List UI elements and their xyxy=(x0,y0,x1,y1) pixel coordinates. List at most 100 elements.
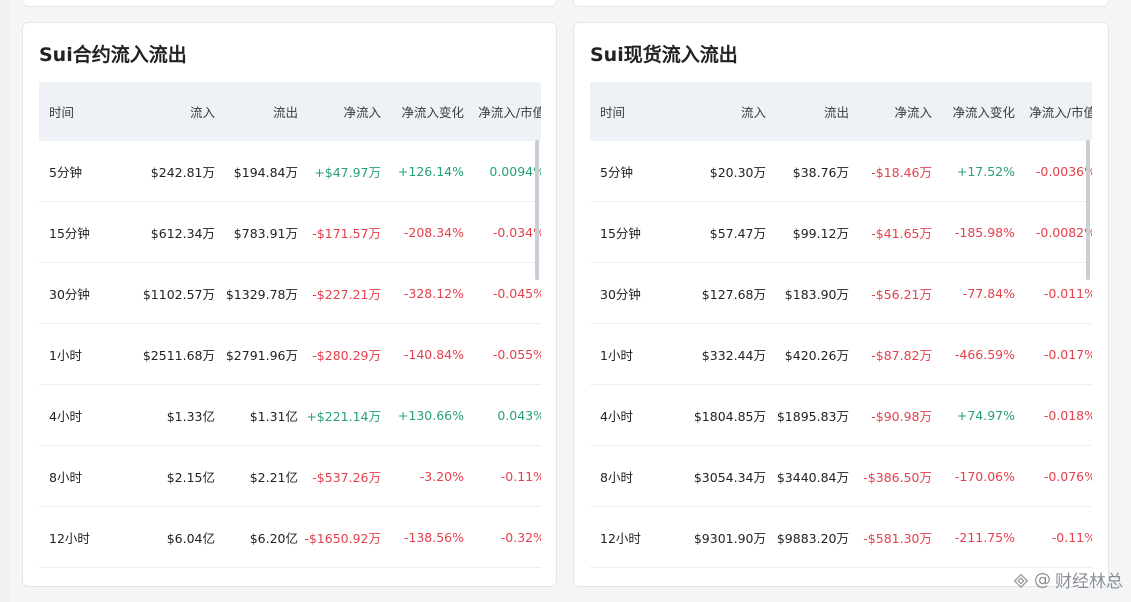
flow-table-container[interactable]: 时间 流入 流出 净流入 净流入变化 净流入/市值 5分钟 $242.81万 $19… xyxy=(39,82,541,586)
row-change: -328.12% xyxy=(381,262,464,324)
row-net: -$386.50万 xyxy=(849,445,932,507)
row-inflow: $3054.34万 xyxy=(670,445,766,507)
row-outflow: $1329.78万 xyxy=(215,262,298,324)
row-net: -$87.82万 xyxy=(849,323,932,385)
row-ratio: -0.034% xyxy=(464,201,541,263)
watermark-text: 财经林总 xyxy=(1055,572,1123,592)
row-change: -140.84% xyxy=(381,323,464,385)
row-net: -$41.65万 xyxy=(849,201,932,263)
table-row[interactable]: 12小时 $9301.90万 $9883.20万 -$581.30万 -211.75% -… xyxy=(590,506,1092,568)
table-row[interactable]: 1小时 $2511.68万 $2791.96万 -$280.29万 -140.84% -0… xyxy=(39,323,541,385)
row-net: -$581.30万 xyxy=(849,506,932,568)
col-header-time[interactable]: 时间 xyxy=(590,82,670,141)
table-row[interactable]: 8小时 $3054.34万 $3440.84万 -$386.50万 -170.06% -0… xyxy=(590,445,1092,507)
table-body: 5分钟 $242.81万 $194.84万 +$47.97万 +126.14% 0.009… xyxy=(39,141,541,568)
col-header-inflow[interactable]: 流入 xyxy=(119,82,215,141)
row-outflow: $9883.20万 xyxy=(766,506,849,568)
row-change: +74.97% xyxy=(932,384,1015,446)
col-header-ratio[interactable]: 净流入/市值 xyxy=(1015,82,1092,141)
row-inflow: $6.04亿 xyxy=(119,506,215,568)
row-outflow: $99.12万 xyxy=(766,201,849,263)
row-inflow: $9301.90万 xyxy=(670,506,766,568)
row-time: 30分钟 xyxy=(590,262,670,324)
row-net: +$47.97万 xyxy=(298,141,381,202)
col-header-change[interactable]: 净流入变化 xyxy=(932,82,1015,141)
table-row[interactable]: 4小时 $1804.85万 $1895.83万 -$90.98万 +74.97% -0.0… xyxy=(590,384,1092,446)
row-time: 15分钟 xyxy=(39,201,119,263)
row-outflow: $783.91万 xyxy=(215,201,298,263)
flow-table: 时间 流入 流出 净流入 净流入变化 净流入/市值 5分钟 $242.81万 $19… xyxy=(39,82,541,568)
row-ratio: -0.011% xyxy=(1015,262,1092,324)
row-time: 30分钟 xyxy=(39,262,119,324)
table-row[interactable]: 30分钟 $1102.57万 $1329.78万 -$227.21万 -328.12% -… xyxy=(39,262,541,324)
row-ratio: -0.0036% xyxy=(1015,141,1092,202)
row-time: 4小时 xyxy=(590,384,670,446)
table-row[interactable]: 1小时 $332.44万 $420.26万 -$87.82万 -466.59% -0.01… xyxy=(590,323,1092,385)
table-scrollbar[interactable] xyxy=(535,140,539,280)
col-header-net[interactable]: 净流入 xyxy=(849,82,932,141)
row-net: +$221.14万 xyxy=(298,384,381,446)
row-ratio: -0.055% xyxy=(464,323,541,385)
row-outflow: $6.20亿 xyxy=(215,506,298,568)
table-row[interactable]: 15分钟 $57.47万 $99.12万 -$41.65万 -185.98% -0.008… xyxy=(590,201,1092,263)
row-net: -$90.98万 xyxy=(849,384,932,446)
row-time: 5分钟 xyxy=(39,141,119,202)
row-inflow: $2.15亿 xyxy=(119,445,215,507)
row-net: -$1650.92万 xyxy=(298,506,381,568)
row-outflow: $183.90万 xyxy=(766,262,849,324)
col-header-inflow[interactable]: 流入 xyxy=(670,82,766,141)
col-header-outflow[interactable]: 流出 xyxy=(215,82,298,141)
row-time: 8小时 xyxy=(590,445,670,507)
row-inflow: $20.30万 xyxy=(670,141,766,202)
table-header-row: 时间 流入 流出 净流入 净流入变化 净流入/市值 xyxy=(590,82,1092,141)
row-change: -211.75% xyxy=(932,506,1015,568)
col-header-outflow[interactable]: 流出 xyxy=(766,82,849,141)
table-row[interactable]: 30分钟 $127.68万 $183.90万 -$56.21万 -77.84% -0.01… xyxy=(590,262,1092,324)
table-row[interactable]: 15分钟 $612.34万 $783.91万 -$171.57万 -208.34% -0.… xyxy=(39,201,541,263)
row-ratio: -0.045% xyxy=(464,262,541,324)
table-scrollbar[interactable] xyxy=(1086,140,1090,280)
row-outflow: $194.84万 xyxy=(215,141,298,202)
flow-table-container[interactable]: 时间 流入 流出 净流入 净流入变化 净流入/市值 5分钟 $20.30万 $38.… xyxy=(590,82,1092,586)
weibo-icon xyxy=(1013,573,1029,588)
row-outflow: $2.21亿 xyxy=(215,445,298,507)
row-net: -$280.29万 xyxy=(298,323,381,385)
row-change: -185.98% xyxy=(932,201,1015,263)
table-row[interactable]: 5分钟 $242.81万 $194.84万 +$47.97万 +126.14% 0.009… xyxy=(39,141,541,202)
row-change: +126.14% xyxy=(381,141,464,202)
table-row[interactable]: 4小时 $1.33亿 $1.31亿 +$221.14万 +130.66% 0.043% xyxy=(39,384,541,446)
row-outflow: $1895.83万 xyxy=(766,384,849,446)
panel-title: Sui合约流入流出 xyxy=(39,44,187,66)
row-ratio: -0.076% xyxy=(1015,445,1092,507)
top-card-left xyxy=(22,0,557,7)
row-ratio: 0.0094% xyxy=(464,141,541,202)
col-header-change[interactable]: 净流入变化 xyxy=(381,82,464,141)
row-inflow: $612.34万 xyxy=(119,201,215,263)
row-time: 12小时 xyxy=(39,506,119,568)
row-change: -170.06% xyxy=(932,445,1015,507)
table-row[interactable]: 8小时 $2.15亿 $2.21亿 -$537.26万 -3.20% -0.11% xyxy=(39,445,541,507)
col-header-time[interactable]: 时间 xyxy=(39,82,119,141)
row-change: -208.34% xyxy=(381,201,464,263)
row-change: -466.59% xyxy=(932,323,1015,385)
row-outflow: $1.31亿 xyxy=(215,384,298,446)
row-change: -77.84% xyxy=(932,262,1015,324)
table-row[interactable]: 12小时 $6.04亿 $6.20亿 -$1650.92万 -138.56% -0.32% xyxy=(39,506,541,568)
row-inflow: $127.68万 xyxy=(670,262,766,324)
col-header-net[interactable]: 净流入 xyxy=(298,82,381,141)
flow-table: 时间 流入 流出 净流入 净流入变化 净流入/市值 5分钟 $20.30万 $38.… xyxy=(590,82,1092,568)
row-time: 5分钟 xyxy=(590,141,670,202)
row-change: +130.66% xyxy=(381,384,464,446)
row-change: -138.56% xyxy=(381,506,464,568)
row-outflow: $3440.84万 xyxy=(766,445,849,507)
row-net: -$56.21万 xyxy=(849,262,932,324)
col-header-ratio[interactable]: 净流入/市值 xyxy=(464,82,541,141)
top-card-right xyxy=(573,0,1109,7)
row-ratio: -0.32% xyxy=(464,506,541,568)
table-row[interactable]: 5分钟 $20.30万 $38.76万 -$18.46万 +17.52% -0.0036% xyxy=(590,141,1092,202)
row-inflow: $57.47万 xyxy=(670,201,766,263)
panel-title: Sui现货流入流出 xyxy=(590,44,738,66)
row-inflow: $1102.57万 xyxy=(119,262,215,324)
watermark-prefix: @ xyxy=(1034,569,1051,590)
row-time: 1小时 xyxy=(590,323,670,385)
